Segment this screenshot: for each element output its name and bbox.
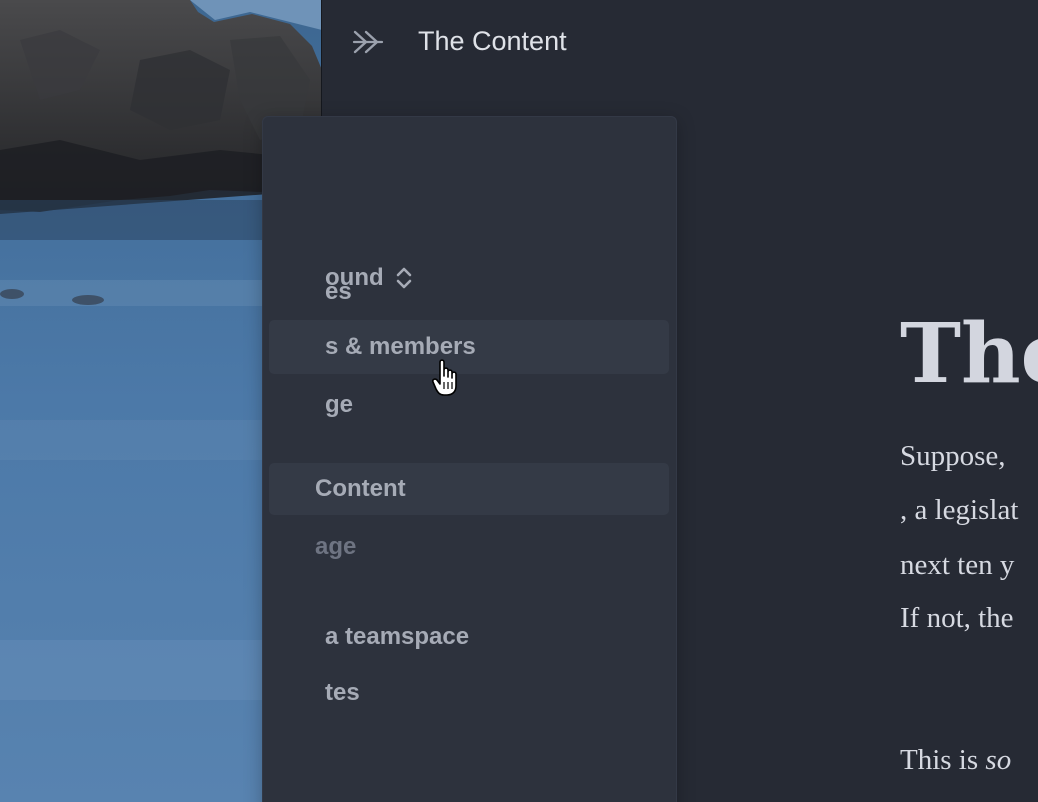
sidebar-item-label: es xyxy=(325,278,352,305)
paragraph-line[interactable]: next ten y xyxy=(900,547,1014,583)
paragraph-line[interactable]: If not, the xyxy=(900,600,1014,636)
document-heading[interactable]: The xyxy=(900,306,1038,402)
sidebar-item-label: ge xyxy=(325,391,354,418)
sidebar-toggle-button[interactable] xyxy=(352,28,386,56)
sidebar-item-settings-members[interactable]: s & members xyxy=(269,320,669,374)
sidebar-item-sub-page[interactable]: age xyxy=(263,529,663,565)
sidebar-item-label: a teamspace xyxy=(325,623,470,650)
double-chevron-right-icon xyxy=(352,30,384,54)
sidebar-item-updates[interactable]: es xyxy=(263,274,663,310)
sidebar-item-label: age xyxy=(315,533,357,560)
document-content: The Suppose, , a legislat next ten y If … xyxy=(900,300,1038,802)
paragraph-line[interactable]: , a legislat xyxy=(900,492,1018,528)
page-title: The Content xyxy=(418,26,567,56)
sidebar-item-label: Content xyxy=(315,475,406,502)
paragraph-line[interactable]: Suppose, xyxy=(900,438,1006,474)
sidebar-item-new-page[interactable]: ge xyxy=(263,387,663,423)
sidebar-item-the-content[interactable]: Content xyxy=(269,463,669,515)
screen: The Content ound es s & members ge Conte… xyxy=(0,0,1038,802)
top-bar: The Content xyxy=(322,0,1038,84)
app-window: The Content ound es s & members ge Conte… xyxy=(262,0,1038,802)
sidebar-item-templates[interactable]: tes xyxy=(263,675,663,711)
paragraph-italic-text: so xyxy=(985,744,1012,776)
sidebar-panel: ound es s & members ge Content age a tea… xyxy=(262,116,677,802)
paragraph-line-second[interactable]: This is so xyxy=(900,742,1011,778)
paragraph-text: This is xyxy=(900,744,986,776)
sidebar-item-label: s & members xyxy=(325,333,476,360)
sidebar-item-create-teamspace[interactable]: a teamspace xyxy=(263,619,663,655)
sidebar-item-label: tes xyxy=(325,679,360,706)
